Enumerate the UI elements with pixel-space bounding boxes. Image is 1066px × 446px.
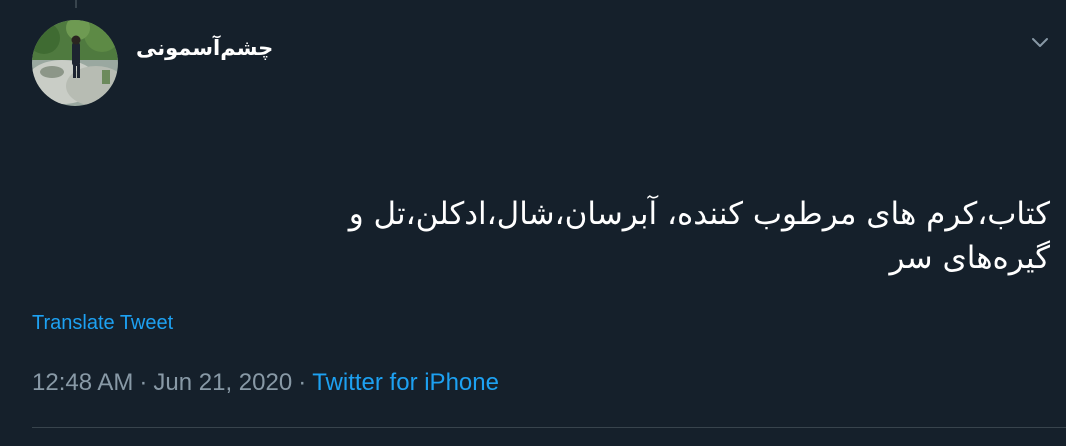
tweet-metadata: 12:48 AM · Jun 21, 2020 · Twitter for iPhone: [32, 368, 499, 398]
avatar-image: [32, 20, 118, 106]
translate-tweet-link[interactable]: Translate Tweet: [32, 310, 173, 336]
display-name[interactable]: چشم‌آسمونی: [136, 28, 273, 68]
tweet-time[interactable]: 12:48 AM: [32, 369, 133, 396]
tweet-source-link[interactable]: Twitter for iPhone: [312, 369, 499, 396]
tweet-card: چشم‌آسمونی کتاب،کرم های مرطوب کننده، آبر…: [0, 0, 1066, 446]
tweet-date[interactable]: Jun 21, 2020: [153, 369, 292, 396]
tweet-text-line: کتاب،کرم های مرطوب کننده، آبرسان،شال،ادک…: [348, 196, 1050, 232]
divider: [32, 427, 1066, 428]
avatar[interactable]: [32, 20, 118, 106]
chevron-down-icon: [1032, 38, 1048, 47]
tweet-text-line: گیره‌های سر: [889, 240, 1050, 276]
meta-separator: ·: [139, 369, 148, 396]
tweet-text: کتاب،کرم های مرطوب کننده، آبرسان،شال،ادک…: [50, 192, 1050, 280]
thread-connector-line: [75, 0, 77, 8]
tweet-menu-button[interactable]: [1026, 28, 1054, 56]
meta-separator: ·: [298, 369, 307, 396]
